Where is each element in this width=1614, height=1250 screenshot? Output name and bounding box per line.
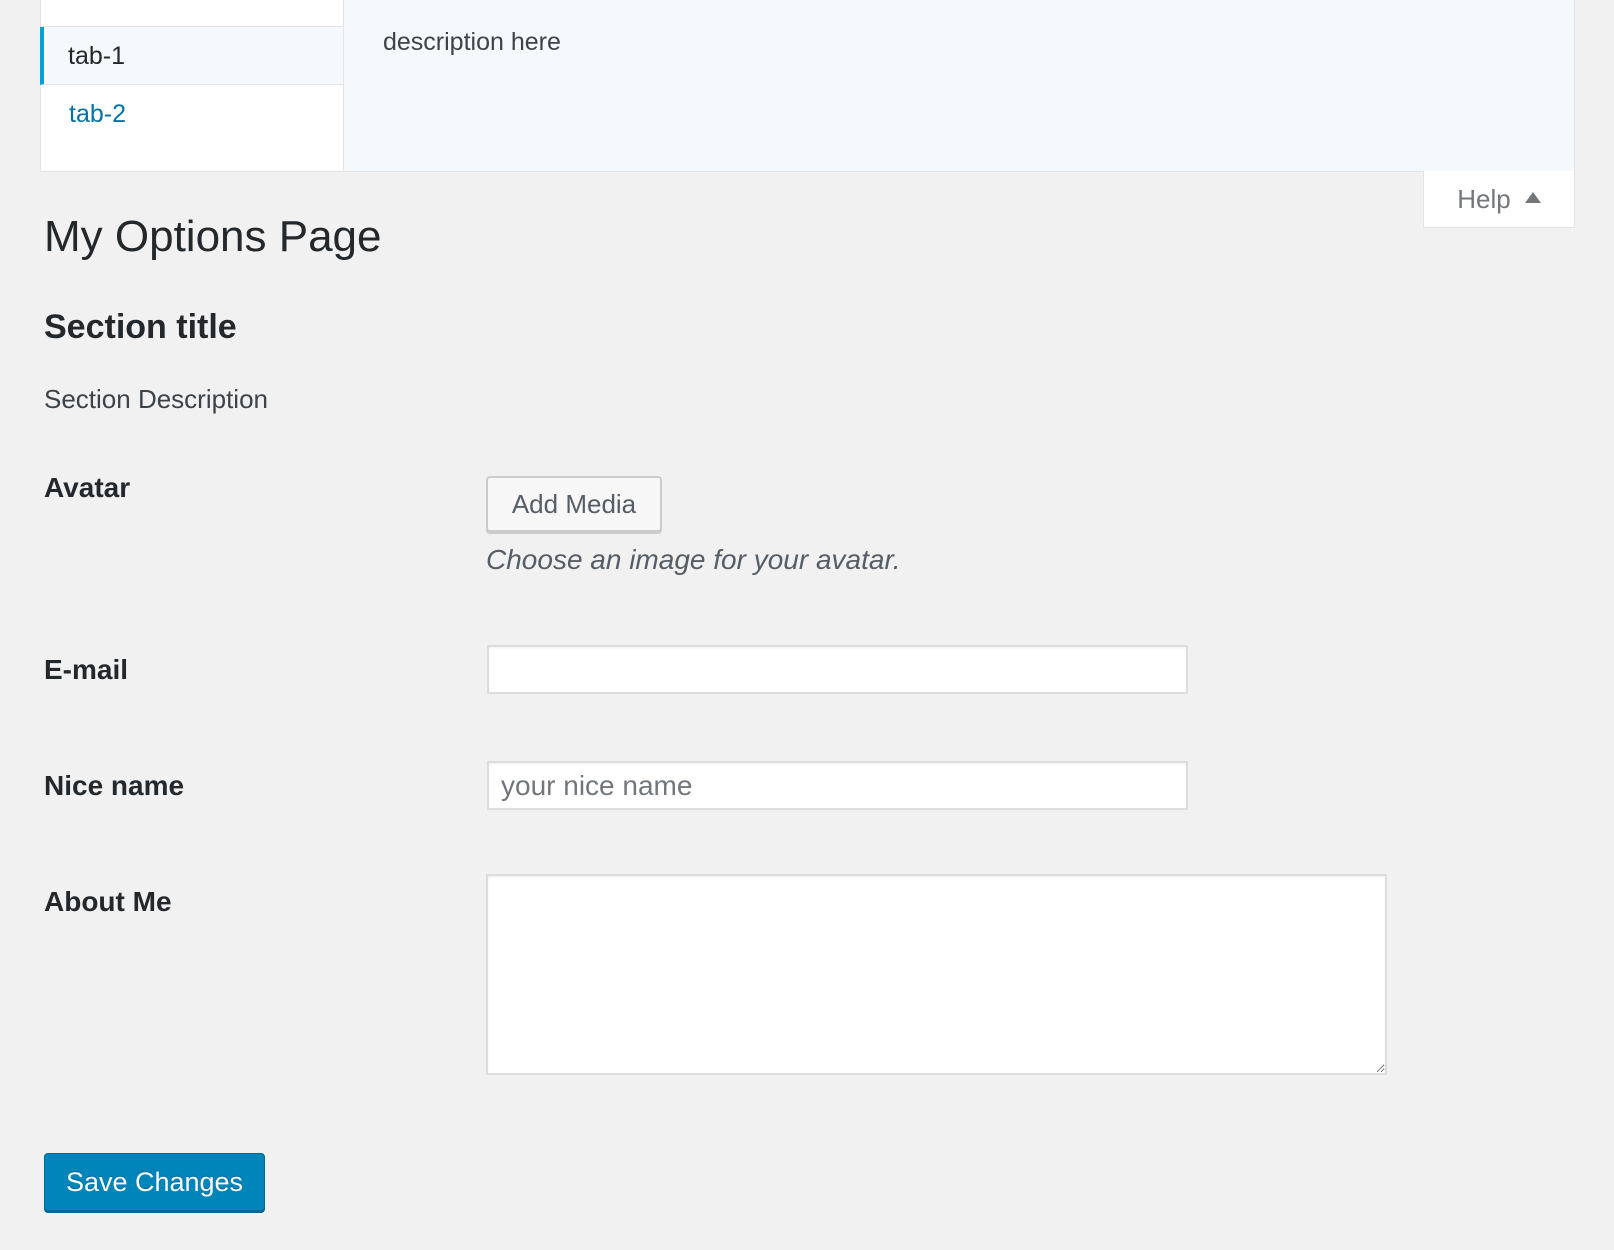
help-tab-content: description here [344,0,1574,171]
caret-up-icon [1524,191,1541,203]
help-tab-2[interactable]: tab-2 [41,85,343,143]
help-toggle-label: Help [1457,183,1511,214]
help-content-text: description here [383,28,561,56]
page-title: My Options Page [44,212,382,261]
avatar-description: Choose an image for your avatar. [486,544,901,575]
email-input[interactable] [487,645,1188,694]
help-toggle-button[interactable]: Help [1423,171,1575,228]
nice-name-input[interactable] [487,761,1188,810]
avatar-label: Avatar [44,472,131,503]
save-changes-button[interactable]: Save Changes [44,1153,265,1211]
add-media-button[interactable]: Add Media [486,476,662,532]
about-me-textarea[interactable] [486,874,1387,1075]
contextual-help-panel: tab-1 tab-2 description here [40,0,1575,172]
help-tab-1[interactable]: tab-1 [40,27,343,85]
section-title: Section title [44,308,237,346]
help-tab-label: tab-2 [69,100,126,128]
help-tabs-spacer [41,0,343,27]
section-description: Section Description [44,384,268,414]
help-tabs: tab-1 tab-2 [40,0,344,171]
email-label: E-mail [44,654,129,685]
about-me-label: About Me [44,886,172,917]
help-tab-label: tab-1 [68,42,125,70]
nice-name-label: Nice name [44,770,185,801]
